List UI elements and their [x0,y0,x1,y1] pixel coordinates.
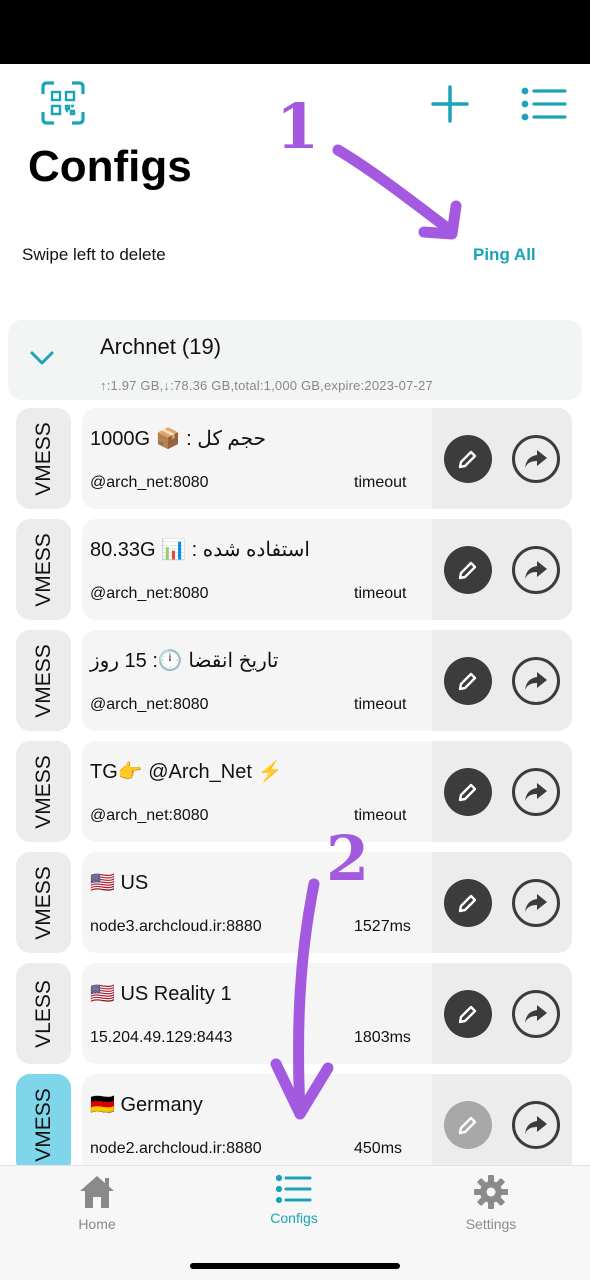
protocol-label: VMESS [31,1087,55,1162]
annotation-number-2: 2 [326,822,370,895]
config-row[interactable]: VMESS حجم کل : 📦 1000G @arch_net:8080 timeo… [16,408,572,509]
config-name: تاریخ انقضا 🕛: 15 روز [90,650,279,672]
config-name: TG👉 @Arch_Net ⚡ [90,761,283,783]
edit-config-button[interactable] [444,435,492,483]
bottom-tab-bar: Home Configs Settings [0,1165,590,1280]
config-card[interactable]: استفاده شده : 📊 80.33G @arch_net:8080 time… [82,519,572,620]
ping-all-button[interactable]: Ping All [473,245,536,265]
config-row[interactable]: VMESS 🇺🇸 US node3.archcloud.ir:8880 1527ms [16,852,572,953]
share-config-button[interactable] [512,879,560,927]
share-config-button[interactable] [512,546,560,594]
protocol-label: VMESS [31,754,55,829]
protocol-label: VMESS [31,532,55,607]
pencil-icon [458,561,477,580]
protocol-tag: VMESS [16,741,71,842]
config-name: حجم کل : 📦 1000G [90,428,266,450]
config-address: @arch_net:8080 [90,474,209,491]
share-config-button[interactable] [512,768,560,816]
config-card[interactable]: 🇺🇸 US Reality 1 15.204.49.129:8443 1803ms [82,963,572,1064]
config-ping-status: 450ms [354,1140,403,1157]
pencil-icon [458,783,477,802]
edit-config-button[interactable] [444,768,492,816]
tab-settings[interactable]: Settings [431,1174,551,1244]
protocol-label: VMESS [31,421,55,496]
share-config-button[interactable] [512,990,560,1038]
config-address: 15.204.49.129:8443 [90,1029,233,1046]
pencil-icon [458,894,477,913]
protocol-tag: VMESS [16,1074,71,1175]
home-icon [80,1176,114,1208]
list-icon [276,1174,312,1204]
pencil-icon [458,672,477,691]
page-title: Configs [28,142,192,191]
pencil-icon [458,450,477,469]
protocol-tag: VMESS [16,408,71,509]
share-config-button[interactable] [512,657,560,705]
home-indicator [190,1263,400,1269]
config-address: @arch_net:8080 [90,696,209,713]
protocol-label: VMESS [31,643,55,718]
edit-config-button[interactable] [444,1101,492,1149]
config-ping-status: 1803ms [354,1029,411,1046]
config-row[interactable]: VMESS TG👉 @Arch_Net ⚡ @arch_net:8080 timeou… [16,741,572,842]
config-name: 🇩🇪 Germany [90,1094,203,1116]
annotation-number-1: 1 [276,90,320,163]
protocol-tag: VMESS [16,852,71,953]
group-name: Archnet (19) [100,334,222,359]
config-name: 🇺🇸 US [90,872,149,894]
share-arrow-icon [525,783,547,801]
protocol-tag: VMESS [16,519,71,620]
config-ping-status: timeout [354,474,407,491]
share-arrow-icon [525,672,547,690]
edit-config-button[interactable] [444,657,492,705]
config-address: node2.archcloud.ir:8880 [90,1140,262,1157]
config-ping-status: 1527ms [354,918,411,935]
protocol-label: VLESS [31,979,55,1048]
config-card[interactable]: 🇩🇪 Germany node2.archcloud.ir:8880 450ms [82,1074,572,1175]
share-config-button[interactable] [512,435,560,483]
config-ping-status: timeout [354,696,407,713]
edit-config-button[interactable] [444,546,492,594]
tab-home[interactable]: Home [37,1174,157,1244]
tab-configs[interactable]: Configs [234,1174,354,1244]
menu-list-button[interactable] [520,84,568,124]
share-arrow-icon [525,894,547,912]
share-arrow-icon [525,1005,547,1023]
app-screen: Configs Swipe left to delete Ping All Ar… [0,64,590,1280]
config-group-header[interactable]: Archnet (19) ↑:1.97 GB,↓:78.36 GB,total:… [8,320,582,400]
config-ping-status: timeout [354,585,407,602]
config-name: 🇺🇸 US Reality 1 [90,983,232,1005]
protocol-tag: VLESS [16,963,71,1064]
chevron-down-icon[interactable] [28,348,56,372]
config-address: node3.archcloud.ir:8880 [90,918,262,935]
pencil-icon [458,1116,477,1135]
edit-config-button[interactable] [444,879,492,927]
config-address: @arch_net:8080 [90,807,209,824]
config-address: @arch_net:8080 [90,585,209,602]
config-row[interactable]: VMESS تاریخ انقضا 🕛: 15 روز @arch_net:8080… [16,630,572,731]
config-card[interactable]: حجم کل : 📦 1000G @arch_net:8080 timeout [82,408,572,509]
config-row[interactable]: VLESS 🇺🇸 US Reality 1 15.204.49.129:8443 18… [16,963,572,1064]
config-name: استفاده شده : 📊 80.33G [90,539,310,561]
tab-configs-label: Configs [270,1210,318,1226]
share-arrow-icon [525,450,547,468]
protocol-label: VMESS [31,865,55,940]
pencil-icon [458,1005,477,1024]
tab-home-label: Home [78,1216,116,1232]
share-config-button[interactable] [512,1101,560,1149]
config-card[interactable]: تاریخ انقضا 🕛: 15 روز @arch_net:8080 timeo… [82,630,572,731]
qr-scan-icon[interactable] [40,80,86,126]
edit-config-button[interactable] [444,990,492,1038]
add-config-button[interactable] [428,82,472,126]
group-usage-stats: ↑:1.97 GB,↓:78.36 GB,total:1,000 GB,expi… [100,378,433,393]
share-arrow-icon [525,1116,547,1134]
config-row[interactable]: VMESS 🇩🇪 Germany node2.archcloud.ir:8880 45… [16,1074,572,1175]
gear-icon [474,1175,508,1209]
config-row[interactable]: VMESS استفاده شده : 📊 80.33G @arch_net:808… [16,519,572,620]
share-arrow-icon [525,561,547,579]
protocol-tag: VMESS [16,630,71,731]
tab-settings-label: Settings [465,1216,517,1232]
swipe-hint: Swipe left to delete [22,245,166,264]
